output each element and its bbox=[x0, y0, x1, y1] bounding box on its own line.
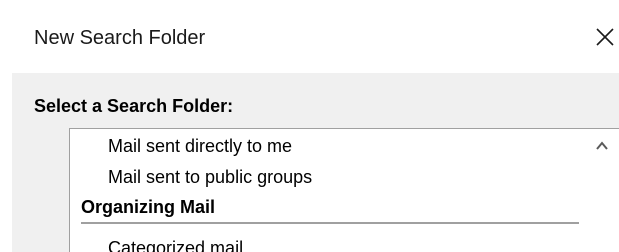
scroll-up-button[interactable] bbox=[590, 135, 614, 157]
window-title: New Search Folder bbox=[34, 27, 206, 49]
chevron-up-icon bbox=[596, 141, 608, 150]
close-icon bbox=[596, 28, 614, 46]
list-item-mail-sent-to-public-groups[interactable]: Mail sent to public groups bbox=[108, 166, 312, 188]
close-button[interactable] bbox=[588, 18, 619, 56]
dialog-body: Select a Search Folder: Mail sent direct… bbox=[12, 73, 619, 252]
group-header-organizing-mail: Organizing Mail bbox=[81, 197, 216, 217]
title-bar: New Search Folder bbox=[0, 0, 619, 73]
group-divider bbox=[81, 222, 579, 224]
list-item-categorized-mail[interactable]: Categorized mail bbox=[108, 237, 243, 252]
list-item-mail-sent-directly-to-me[interactable]: Mail sent directly to me bbox=[108, 135, 292, 157]
search-folder-list[interactable]: Mail sent directly to me Mail sent to pu… bbox=[69, 128, 619, 252]
section-label: Select a Search Folder: bbox=[34, 96, 234, 116]
